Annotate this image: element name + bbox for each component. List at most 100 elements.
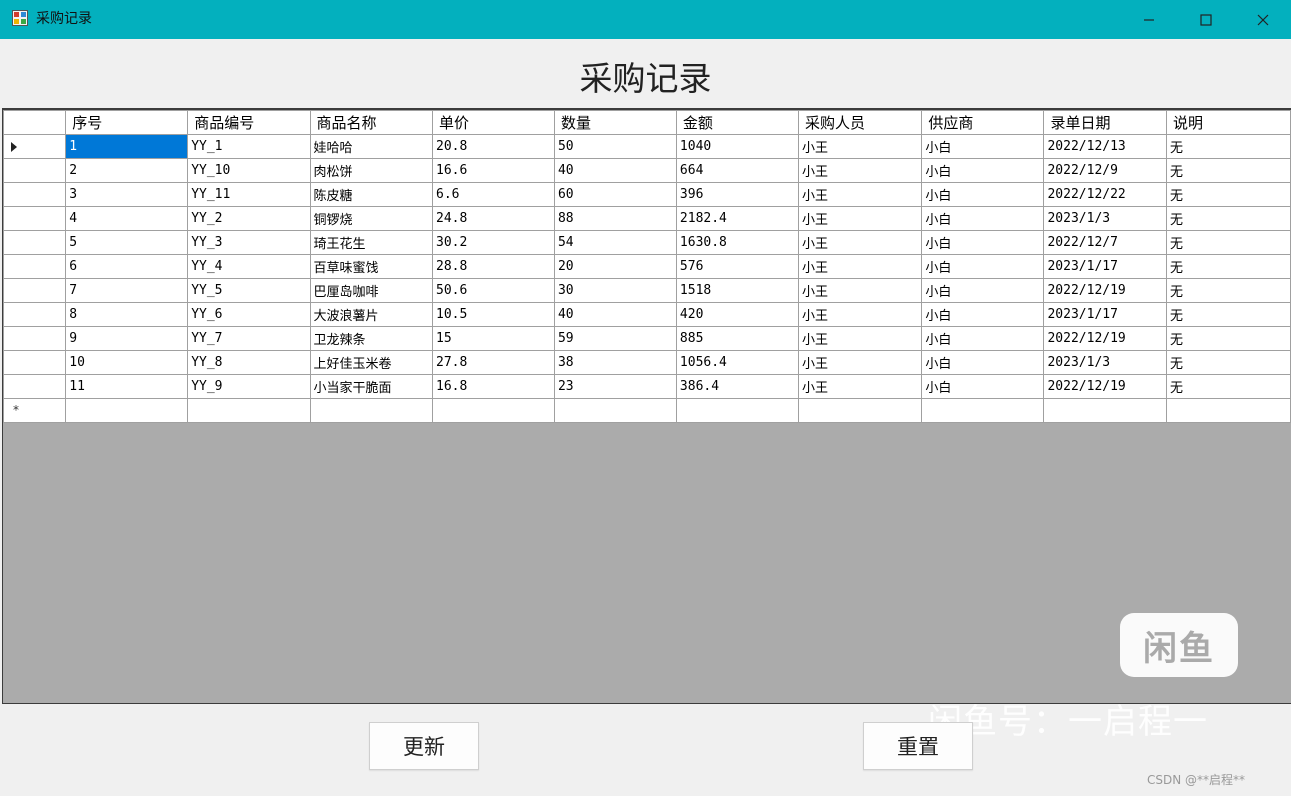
table-cell[interactable]: 小白: [921, 302, 1045, 327]
table-cell[interactable]: 小白: [921, 206, 1045, 231]
table-cell[interactable]: 2022/12/9: [1043, 158, 1167, 183]
column-header[interactable]: 说明: [1165, 110, 1291, 135]
table-cell[interactable]: 50.6: [432, 278, 555, 303]
table-cell[interactable]: 16.8: [432, 374, 555, 399]
table-cell[interactable]: 5: [65, 230, 189, 255]
table-cell[interactable]: 2022/12/19: [1043, 326, 1167, 351]
table-cell[interactable]: 无: [1165, 350, 1291, 375]
table-cell[interactable]: 无: [1165, 230, 1291, 255]
table-cell[interactable]: [1165, 398, 1291, 423]
table-row[interactable]: 3 YY_11 陈皮糖 6.6 60 396 小王 小白 2022/12/22 无: [3, 182, 1291, 207]
table-cell[interactable]: 小白: [921, 374, 1045, 399]
title-bar[interactable]: 采购记录: [0, 0, 1291, 39]
table-cell[interactable]: 巴厘岛咖啡: [309, 278, 434, 303]
table-cell[interactable]: 陈皮糖: [309, 182, 434, 207]
table-cell[interactable]: 20.8: [432, 134, 555, 159]
table-cell[interactable]: [675, 398, 800, 423]
table-cell[interactable]: 396: [675, 182, 800, 207]
maximize-button[interactable]: [1177, 0, 1235, 39]
table-row[interactable]: 6 YY_4 百草味蜜饯 28.8 20 576 小王 小白 2023/1/17 无: [3, 254, 1291, 279]
table-cell[interactable]: 8: [65, 302, 189, 327]
table-cell[interactable]: 20: [553, 254, 677, 279]
table-cell[interactable]: 27.8: [432, 350, 555, 375]
table-cell[interactable]: 885: [675, 326, 800, 351]
corner-header[interactable]: [3, 110, 67, 135]
table-cell[interactable]: 娃哈哈: [309, 134, 434, 159]
table-cell[interactable]: 小王: [798, 350, 923, 375]
table-cell[interactable]: 16.6: [432, 158, 555, 183]
table-cell[interactable]: 2022/12/19: [1043, 278, 1167, 303]
row-header[interactable]: [3, 182, 67, 207]
table-cell[interactable]: 无: [1165, 374, 1291, 399]
table-cell[interactable]: YY_7: [187, 326, 311, 351]
table-cell[interactable]: 11: [65, 374, 189, 399]
table-cell[interactable]: 2023/1/17: [1043, 302, 1167, 327]
table-cell[interactable]: 小王: [798, 134, 923, 159]
table-cell[interactable]: 9: [65, 326, 189, 351]
table-cell[interactable]: 小王: [798, 374, 923, 399]
table-cell[interactable]: 54: [553, 230, 677, 255]
table-cell[interactable]: 4: [65, 206, 189, 231]
table-cell[interactable]: 1518: [675, 278, 800, 303]
table-cell[interactable]: 2022/12/22: [1043, 182, 1167, 207]
table-cell[interactable]: 小白: [921, 350, 1045, 375]
column-header[interactable]: 序号: [65, 110, 189, 135]
table-cell[interactable]: 7: [65, 278, 189, 303]
row-header[interactable]: [3, 278, 67, 303]
table-cell[interactable]: 小白: [921, 134, 1045, 159]
row-header[interactable]: [3, 374, 67, 399]
column-header[interactable]: 数量: [553, 110, 677, 135]
table-cell[interactable]: 小王: [798, 206, 923, 231]
table-cell[interactable]: 1630.8: [675, 230, 800, 255]
table-cell[interactable]: 1: [65, 134, 189, 159]
table-cell[interactable]: 15: [432, 326, 555, 351]
table-cell[interactable]: 无: [1165, 206, 1291, 231]
column-header[interactable]: 录单日期: [1043, 110, 1167, 135]
table-cell[interactable]: 2182.4: [675, 206, 800, 231]
row-header[interactable]: [3, 254, 67, 279]
table-cell[interactable]: 琦王花生: [309, 230, 434, 255]
table-cell[interactable]: 50: [553, 134, 677, 159]
column-header[interactable]: 商品编号: [187, 110, 311, 135]
table-cell[interactable]: YY_1: [187, 134, 311, 159]
table-cell[interactable]: 38: [553, 350, 677, 375]
table-cell[interactable]: YY_6: [187, 302, 311, 327]
table-cell[interactable]: [798, 398, 923, 423]
table-cell[interactable]: YY_11: [187, 182, 311, 207]
table-cell[interactable]: 小王: [798, 182, 923, 207]
table-cell[interactable]: 小白: [921, 158, 1045, 183]
row-header[interactable]: [3, 206, 67, 231]
table-cell[interactable]: 小当家干脆面: [309, 374, 434, 399]
table-cell[interactable]: 6: [65, 254, 189, 279]
table-cell[interactable]: 60: [553, 182, 677, 207]
table-cell[interactable]: 1040: [675, 134, 800, 159]
column-header[interactable]: 供应商: [921, 110, 1045, 135]
table-cell[interactable]: 386.4: [675, 374, 800, 399]
table-cell[interactable]: 10: [65, 350, 189, 375]
minimize-button[interactable]: [1120, 0, 1178, 39]
table-cell[interactable]: 小白: [921, 230, 1045, 255]
table-cell[interactable]: 59: [553, 326, 677, 351]
table-cell[interactable]: 664: [675, 158, 800, 183]
row-header[interactable]: [3, 158, 67, 183]
table-cell[interactable]: 大波浪薯片: [309, 302, 434, 327]
table-cell[interactable]: YY_9: [187, 374, 311, 399]
table-cell[interactable]: 2022/12/7: [1043, 230, 1167, 255]
column-header[interactable]: 商品名称: [309, 110, 434, 135]
new-row[interactable]: *: [3, 398, 1291, 423]
table-cell[interactable]: 28.8: [432, 254, 555, 279]
column-header[interactable]: 金额: [675, 110, 800, 135]
table-cell[interactable]: 10.5: [432, 302, 555, 327]
table-cell[interactable]: 无: [1165, 158, 1291, 183]
purchase-records-grid[interactable]: 序号 商品编号 商品名称 单价 数量 金额 采购人员 供应商 录单日期 说明 1 YY_1 娃哈哈 20…: [2, 108, 1291, 704]
table-cell[interactable]: 420: [675, 302, 800, 327]
table-cell[interactable]: 88: [553, 206, 677, 231]
table-cell[interactable]: 无: [1165, 302, 1291, 327]
table-cell[interactable]: YY_4: [187, 254, 311, 279]
table-cell[interactable]: [309, 398, 434, 423]
table-cell[interactable]: 小王: [798, 158, 923, 183]
table-row[interactable]: 8 YY_6 大波浪薯片 10.5 40 420 小王 小白 2023/1/17 无: [3, 302, 1291, 327]
table-cell[interactable]: 小白: [921, 278, 1045, 303]
column-header[interactable]: 采购人员: [798, 110, 923, 135]
table-row[interactable]: 2 YY_10 肉松饼 16.6 40 664 小王 小白 2022/12/9 无: [3, 158, 1291, 183]
